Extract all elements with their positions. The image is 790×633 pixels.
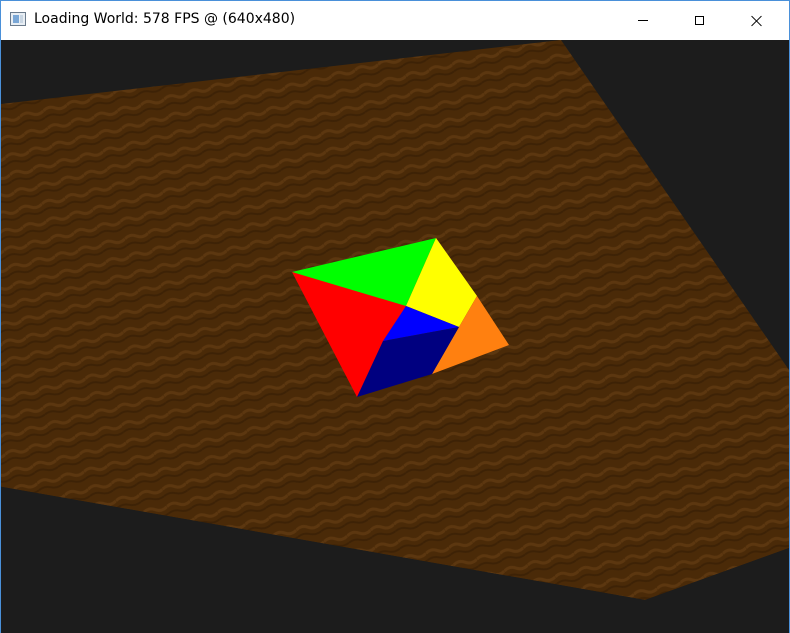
application-window-icon[interactable]: [10, 12, 26, 26]
maximize-button[interactable]: [676, 1, 722, 40]
window-title: Loading World: 578 FPS @ (640x480): [34, 11, 296, 27]
minimize-button[interactable]: [620, 1, 666, 40]
maximize-icon: [694, 16, 704, 25]
close-button[interactable]: [734, 1, 780, 40]
minimize-icon: [638, 20, 648, 21]
app-window: Loading World: 578 FPS @ (640x480): [0, 0, 790, 633]
title-bar[interactable]: Loading World: 578 FPS @ (640x480): [1, 1, 789, 40]
render-viewport[interactable]: [1, 40, 789, 633]
close-icon: [751, 15, 763, 27]
scene-canvas: [1, 40, 789, 633]
